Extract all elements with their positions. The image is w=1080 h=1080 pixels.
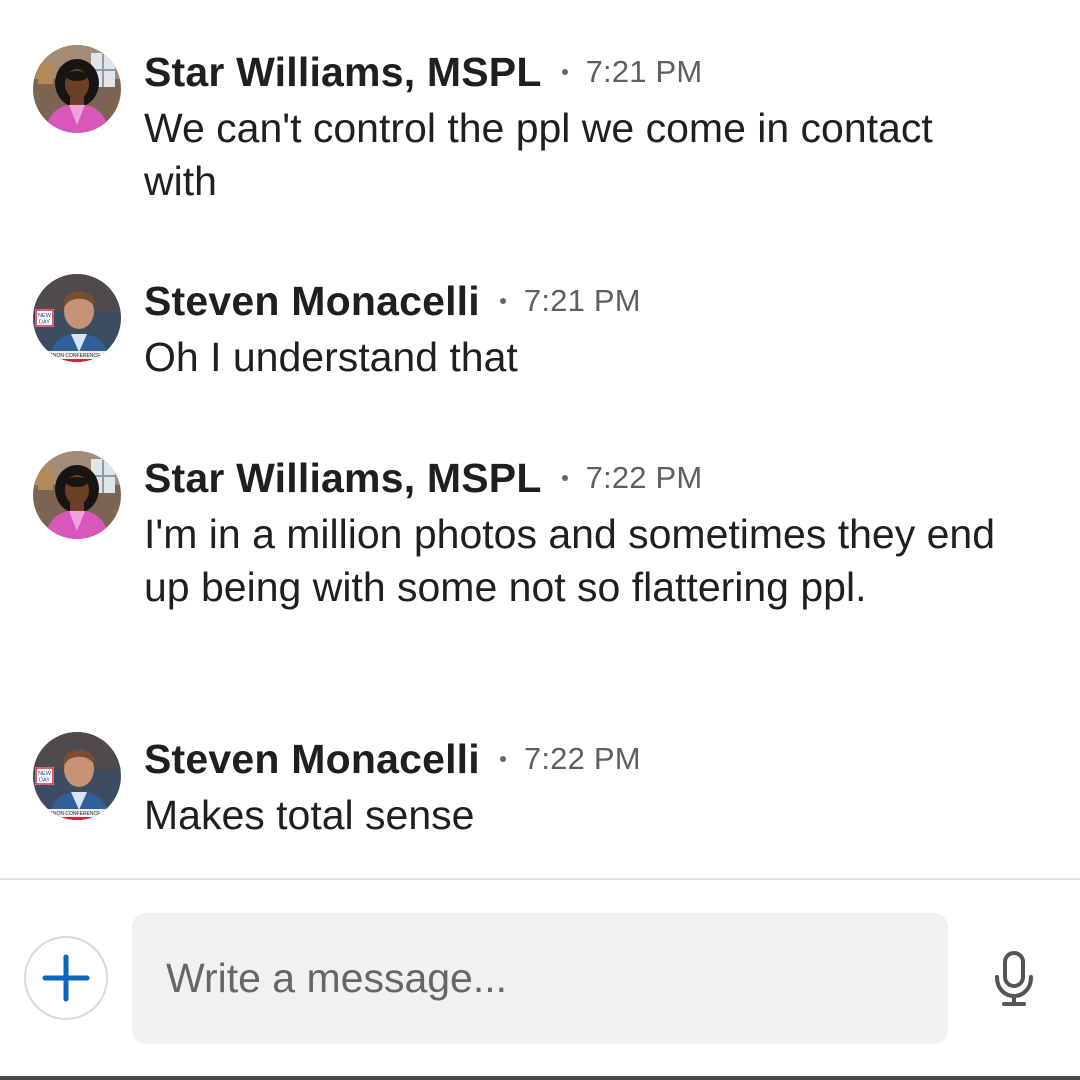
news-ticker-text: ANON CONFERENCE bbox=[50, 353, 102, 359]
message-meta: Star Williams, MSPL 7:21 PM bbox=[144, 45, 1024, 99]
message-meta: Steven Monacelli 7:21 PM bbox=[144, 274, 1024, 328]
add-attachment-button[interactable] bbox=[24, 936, 108, 1020]
message-timestamp: 7:21 PM bbox=[585, 54, 703, 89]
news-badge-text: DAY bbox=[39, 778, 50, 784]
message-text: I'm in a million photos and sometimes th… bbox=[144, 511, 996, 610]
sender-name[interactable]: Steven Monacelli bbox=[144, 278, 480, 325]
message-text: Oh I understand that bbox=[144, 334, 518, 380]
message-content: Steven Monacelli 7:21 PM Oh I understand… bbox=[144, 274, 1024, 384]
messaging-screen: Star Williams, MSPL 7:21 PM We can't con… bbox=[0, 0, 1080, 1080]
separator-dot bbox=[499, 298, 506, 304]
woman-in-pink-avatar-image bbox=[33, 451, 121, 539]
separator-dot bbox=[561, 69, 568, 75]
news-ticker-text: ANON CONFERENCE bbox=[50, 811, 102, 817]
message-content: Star Williams, MSPL 7:22 PM I'm in a mil… bbox=[144, 451, 1024, 614]
plus-icon bbox=[42, 954, 90, 1002]
message-text: Makes total sense bbox=[144, 792, 475, 838]
bottom-edge-bar bbox=[0, 1076, 1080, 1080]
message-content: Star Williams, MSPL 7:21 PM We can't con… bbox=[144, 45, 1024, 208]
message-timestamp: 7:22 PM bbox=[585, 460, 703, 495]
man-on-tv-avatar-image: NEW DAY ANON CONFERENCE bbox=[33, 274, 121, 362]
steven-monacelli-avatar[interactable]: NEW DAY ANON CONFERENCE bbox=[33, 732, 121, 820]
message-meta: Star Williams, MSPL 7:22 PM bbox=[144, 451, 1024, 505]
message-meta: Steven Monacelli 7:22 PM bbox=[144, 732, 1024, 786]
man-on-tv-avatar-image: NEW DAY ANON CONFERENCE bbox=[33, 732, 121, 820]
woman-in-pink-avatar-image bbox=[33, 45, 121, 133]
message-input[interactable] bbox=[166, 913, 926, 1044]
voice-message-button[interactable] bbox=[990, 947, 1038, 1011]
news-badge-text: NEW bbox=[38, 313, 52, 319]
steven-monacelli-avatar[interactable]: NEW DAY ANON CONFERENCE bbox=[33, 274, 121, 362]
message-text: We can't control the ppl we come in cont… bbox=[144, 105, 933, 204]
separator-dot bbox=[499, 756, 506, 762]
separator-dot bbox=[561, 475, 568, 481]
star-williams-avatar[interactable] bbox=[33, 451, 121, 539]
message-timestamp: 7:22 PM bbox=[523, 741, 641, 776]
message-composer bbox=[0, 880, 1080, 1080]
sender-name[interactable]: Steven Monacelli bbox=[144, 736, 480, 783]
microphone-icon bbox=[995, 951, 1033, 1006]
news-badge-text: DAY bbox=[39, 320, 50, 326]
sender-name[interactable]: Star Williams, MSPL bbox=[144, 455, 542, 502]
message-thread[interactable]: Star Williams, MSPL 7:21 PM We can't con… bbox=[0, 0, 1080, 878]
sender-name[interactable]: Star Williams, MSPL bbox=[144, 49, 542, 96]
message-content: Steven Monacelli 7:22 PM Makes total sen… bbox=[144, 732, 1024, 842]
star-williams-avatar[interactable] bbox=[33, 45, 121, 133]
news-badge-text: NEW bbox=[38, 771, 52, 777]
message-timestamp: 7:21 PM bbox=[523, 283, 641, 318]
message-input-container[interactable] bbox=[132, 913, 948, 1044]
